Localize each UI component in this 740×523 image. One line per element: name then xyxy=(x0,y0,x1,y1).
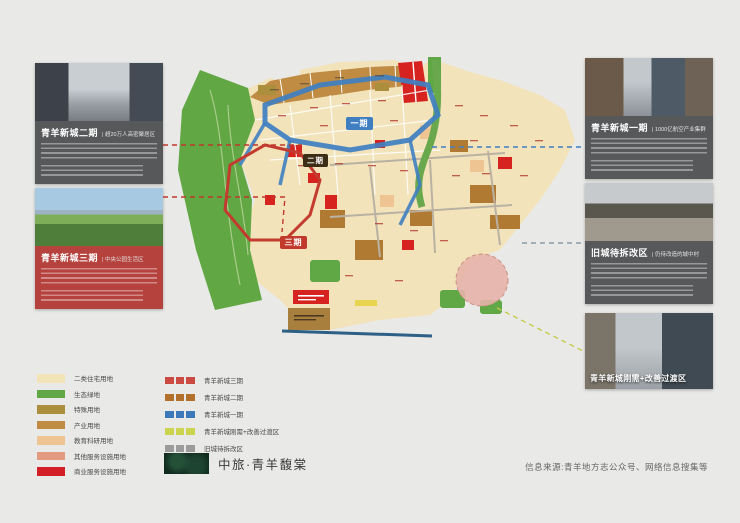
legend-swatch xyxy=(37,390,65,399)
brand-row: 中旅·青羊馥棠 xyxy=(164,453,308,474)
map-badge-phase2: 二期 xyxy=(303,154,328,167)
card-phase1-title: 青羊新城一期 xyxy=(591,121,648,134)
card-phase3-bodytext xyxy=(41,268,157,285)
card-phase3-bodytext2 xyxy=(41,290,143,302)
legend-swatch xyxy=(37,405,65,414)
legend-item: 旧城待拆改区 xyxy=(165,444,279,453)
legend-zones: 青羊新城三期 青羊新城二期 青羊新城一期 青羊新城刚需+改善过渡区 旧城待拆改区 xyxy=(165,376,279,461)
brand-logo-image xyxy=(164,453,209,474)
legend-line-swatch xyxy=(165,394,195,401)
legend-swatch xyxy=(37,436,65,445)
photo-transition: 青羊新城刚需+改善过渡区 xyxy=(585,313,713,389)
legend-item: 青羊新城一期 xyxy=(165,410,279,419)
card-oldtown-bodytext xyxy=(591,263,707,280)
legend-item: 青羊新城刚需+改善过渡区 xyxy=(165,427,279,436)
card-phase3-tag: | 中央公园生活区 xyxy=(102,255,143,263)
card-phase1: 青羊新城一期 | 1000亿航空产业集群 xyxy=(585,58,713,179)
card-phase1-tag: | 1000亿航空产业集群 xyxy=(652,125,706,133)
card-oldtown: 旧城待拆改区 | 仍待改造的城中村 xyxy=(585,183,713,304)
legend-label: 特殊用地 xyxy=(74,404,100,414)
card-phase2-bodytext2 xyxy=(41,165,143,177)
legend-item: 青羊新城二期 xyxy=(165,393,279,402)
legend-label: 旧城待拆改区 xyxy=(204,443,243,453)
card-phase3-title: 青羊新城三期 xyxy=(41,251,98,264)
legend-line-swatch xyxy=(165,445,195,452)
legend-line-swatch xyxy=(165,377,195,384)
legend-swatch xyxy=(37,421,65,430)
card-phase1-bodytext xyxy=(591,138,707,155)
legend-land-use: 二类住宅用地 生态绿地 特殊用地 产业用地 教育科研用地 其他服务设施用地 商业… xyxy=(37,374,126,483)
legend-item: 青羊新城三期 xyxy=(165,376,279,385)
map-badge-phase1: 一期 xyxy=(346,117,373,130)
card-oldtown-tag: | 仍待改造的城中村 xyxy=(652,250,699,258)
legend-item: 其他服务设施用地 xyxy=(37,452,126,461)
photo-oldtown xyxy=(585,183,713,241)
legend-label: 二类住宅用地 xyxy=(74,373,113,383)
poster-canvas: 一期 二期 三期 青羊新城二期 | 超20万人高密聚居区 青羊新城三期 | 中央… xyxy=(0,0,740,523)
card-transition-title: 青羊新城刚需+改善过渡区 xyxy=(590,373,686,384)
photo-phase1 xyxy=(585,58,713,116)
legend-line-swatch xyxy=(165,411,195,418)
legend-swatch xyxy=(37,467,65,476)
legend-label: 生态绿地 xyxy=(74,389,100,399)
legend-label: 青羊新城二期 xyxy=(204,392,243,402)
legend-label: 产业用地 xyxy=(74,420,100,430)
card-oldtown-title: 旧城待拆改区 xyxy=(591,246,648,259)
legend-item: 特殊用地 xyxy=(37,405,126,414)
legend-label: 青羊新城一期 xyxy=(204,409,243,419)
legend-label: 商业服务设施用地 xyxy=(74,466,126,476)
legend-item: 教育科研用地 xyxy=(37,436,126,445)
photo-phase2 xyxy=(35,63,163,121)
legend-swatch xyxy=(37,374,65,383)
legend-label: 青羊新城三期 xyxy=(204,375,243,385)
card-oldtown-bodytext2 xyxy=(591,285,693,297)
source-note: 信息来源:青羊地方志公众号、网络信息搜集等 xyxy=(525,461,708,473)
card-phase1-bodytext2 xyxy=(591,160,693,172)
brand-logo-text: 中旅·青羊馥棠 xyxy=(218,454,308,473)
card-phase2-title: 青羊新城二期 xyxy=(41,126,98,139)
legend-swatch xyxy=(37,452,65,461)
legend-label: 其他服务设施用地 xyxy=(74,451,126,461)
card-transition: 青羊新城刚需+改善过渡区 xyxy=(585,313,713,389)
map-badge-phase3: 三期 xyxy=(280,236,307,249)
legend-line-swatch xyxy=(165,428,195,435)
legend-label: 青羊新城刚需+改善过渡区 xyxy=(204,426,279,436)
card-phase2: 青羊新城二期 | 超20万人高密聚居区 xyxy=(35,63,163,184)
card-phase3: 青羊新城三期 | 中央公园生活区 xyxy=(35,188,163,309)
photo-phase3 xyxy=(35,188,163,246)
card-phase2-bodytext xyxy=(41,143,157,160)
card-phase2-tag: | 超20万人高密聚居区 xyxy=(102,130,155,138)
legend-item: 生态绿地 xyxy=(37,390,126,399)
legend-item: 产业用地 xyxy=(37,421,126,430)
legend-label: 教育科研用地 xyxy=(74,435,113,445)
legend-item: 商业服务设施用地 xyxy=(37,467,126,476)
legend-item: 二类住宅用地 xyxy=(37,374,126,383)
